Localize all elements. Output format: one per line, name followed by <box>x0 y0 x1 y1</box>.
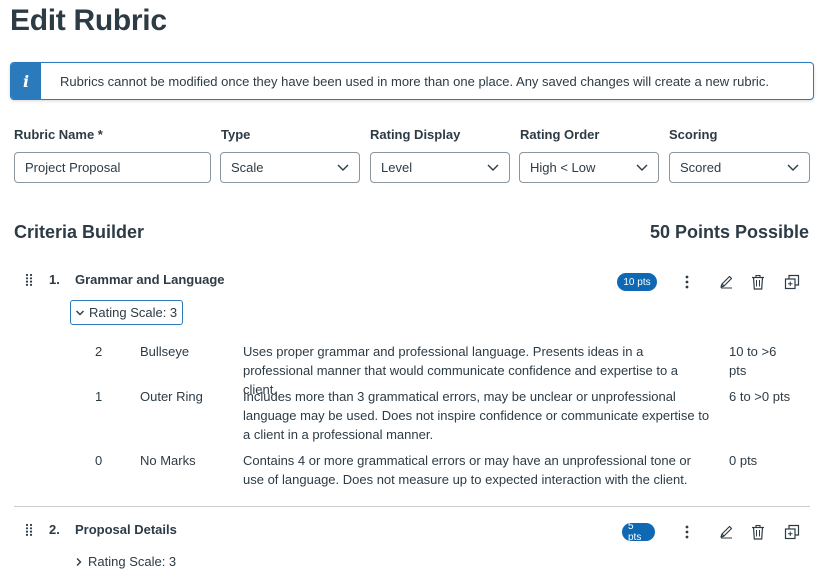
chevron-down-icon <box>487 164 499 171</box>
chevron-down-icon <box>787 164 799 171</box>
rating-points: 0 pts <box>729 453 758 468</box>
drag-handle-icon[interactable] <box>25 523 33 537</box>
edit-pencil-icon[interactable] <box>717 273 735 291</box>
rating-display-label: Rating Display <box>370 127 461 142</box>
divider <box>14 506 810 507</box>
type-label: Type <box>221 127 251 142</box>
rating-description: Contains 4 or more grammatical errors or… <box>243 453 691 487</box>
rating-display-select[interactable]: Level <box>370 152 510 183</box>
rating-name: Bullseye <box>140 344 190 359</box>
rating-score: 2 <box>95 344 103 359</box>
criteria-builder-title: Criteria Builder <box>14 222 145 242</box>
chevron-down-icon <box>76 310 84 315</box>
duplicate-icon[interactable] <box>783 523 801 541</box>
alert-text: Rubrics cannot be modified once they hav… <box>60 73 769 89</box>
rating-scale-label: Rating Scale: 3 <box>88 554 177 569</box>
drag-handle-icon[interactable] <box>25 273 33 287</box>
points-possible: 50 Points Possible <box>649 222 809 242</box>
more-options-icon[interactable] <box>678 523 696 541</box>
more-options-icon[interactable] <box>678 273 696 291</box>
rating-score: 0 <box>95 453 103 468</box>
criterion-title: Grammar and Language <box>75 272 225 287</box>
rating-order-select[interactable]: High < Low <box>519 152 659 183</box>
rating-order-label: Rating Order <box>520 127 600 142</box>
type-value: Scale <box>231 160 264 175</box>
rating-scale-label: Rating Scale: 3 <box>89 305 178 320</box>
criterion-number: 1. <box>49 272 60 287</box>
scoring-label: Scoring <box>669 127 718 142</box>
points-badge: 5 pts <box>622 521 655 543</box>
trash-icon[interactable] <box>749 523 767 541</box>
criterion-number: 2. <box>49 522 60 537</box>
rating-name: Outer Ring <box>140 389 203 404</box>
info-alert: i Rubrics cannot be modified once they h… <box>10 62 814 100</box>
page-title: Edit Rubric <box>10 4 167 37</box>
info-icon: i <box>11 63 41 99</box>
rating-description: Includes more than 3 grammatical errors,… <box>243 389 710 442</box>
trash-icon[interactable] <box>749 273 767 291</box>
chevron-down-icon <box>337 164 349 171</box>
duplicate-icon[interactable] <box>783 273 801 291</box>
rating-scale-toggle[interactable]: Rating Scale: 3 <box>70 300 184 325</box>
rubric-name-input[interactable]: Project Proposal <box>14 152 211 183</box>
rubric-name-value: Project Proposal <box>25 160 121 175</box>
points-badge: 10 pts <box>617 273 657 291</box>
criterion-title: Proposal Details <box>75 522 177 537</box>
rubric-name-label: Rubric Name * <box>14 127 103 142</box>
rating-display-value: Level <box>381 160 413 175</box>
rating-score: 1 <box>95 389 103 404</box>
rating-name: No Marks <box>140 453 196 468</box>
edit-pencil-icon[interactable] <box>717 523 735 541</box>
chevron-right-icon <box>76 557 82 566</box>
rating-points: 6 to >0 pts <box>729 389 791 404</box>
scoring-value: Scored <box>680 160 722 175</box>
rating-scale-toggle[interactable]: Rating Scale: 3 <box>75 554 176 569</box>
chevron-down-icon <box>636 164 648 171</box>
type-select[interactable]: Scale <box>220 152 360 183</box>
rating-order-value: High < Low <box>530 160 596 175</box>
scoring-select[interactable]: Scored <box>669 152 810 183</box>
rating-points: 10 to >6 pts <box>729 344 777 378</box>
